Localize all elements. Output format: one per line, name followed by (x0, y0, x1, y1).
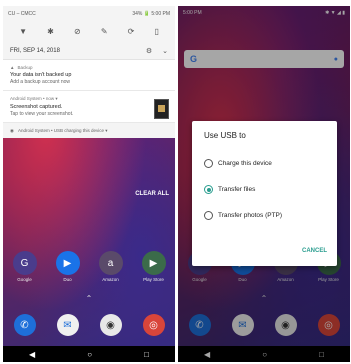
notification-header: ▲ Backup (10, 65, 168, 70)
app-label: Amazon (102, 277, 119, 282)
clear-all-button[interactable]: CLEAR ALL (135, 191, 169, 197)
home-apps-row: G Google ▶ Duo a Amazon ▶ Play Store (3, 251, 175, 282)
date-text: FRI, SEP 14, 2018 (10, 48, 60, 54)
app-drawer-chevron-icon[interactable]: ⌃ (3, 294, 175, 303)
option-transfer-photos[interactable]: Transfer photos (PTP) (204, 211, 282, 220)
chrome-icon: ◎ (142, 314, 165, 336)
dnd-icon[interactable]: ⊘ (74, 28, 81, 36)
notification-title: Screenshot captured. (10, 104, 63, 110)
notification-body: Add a backup account now (10, 79, 71, 85)
flashlight-icon[interactable]: ✎ (101, 28, 108, 36)
usb-mode-dialog: Use USB to Charge this device Transfer f… (192, 121, 337, 266)
notification-app: Android System • now ▾ (10, 96, 58, 101)
app-duo[interactable]: ▶ Duo (52, 251, 84, 282)
notification-app: Backup (17, 65, 33, 70)
dock-chrome[interactable]: ◎ (138, 314, 170, 336)
app-amazon[interactable]: a Amazon (95, 251, 127, 282)
app-label: Google (17, 277, 32, 282)
date-row: FRI, SEP 14, 2018 ⚙ ⌄ (3, 43, 175, 60)
battery-saver-icon[interactable]: ▯ (155, 28, 159, 36)
dialog-title: Use USB to (204, 131, 246, 140)
app-label: Duo (63, 277, 72, 282)
wifi-icon[interactable]: ▼ (19, 28, 27, 36)
notification-backup[interactable]: ▲ Backup Your data isn't backed up Add a… (3, 60, 175, 91)
app-label: Play Store (143, 277, 164, 282)
cancel-button[interactable]: CANCEL (302, 248, 327, 254)
home-icon[interactable]: ○ (87, 350, 92, 359)
usb-icon: ◉ (10, 127, 14, 133)
notification-screenshot[interactable]: Android System • now ▾ Screenshot captur… (3, 91, 175, 123)
notification-header: Android System • now ▾ (10, 96, 168, 102)
option-charge[interactable]: Charge this device (204, 159, 272, 168)
carrier-text: CU – CMCC (8, 10, 36, 17)
phone-notification-shade: CU – CMCC 34% 🔋 5:00 PM ▼ ✱ ⊘ ✎ ⟳ ▯ FRI,… (3, 6, 175, 362)
back-icon[interactable]: ◀ (29, 350, 35, 359)
camera-icon: ◉ (99, 314, 122, 336)
radio-button[interactable] (204, 159, 213, 168)
warning-icon: ▲ (10, 65, 15, 70)
radio-button[interactable] (204, 211, 213, 220)
option-label: Charge this device (218, 160, 272, 167)
phone-icon: ✆ (13, 314, 36, 336)
duo-app-icon: ▶ (55, 251, 80, 275)
status-bar: CU – CMCC 34% 🔋 5:00 PM (3, 6, 175, 21)
messages-icon: ✉ (56, 314, 79, 336)
navigation-bar: ◀ ○ □ (3, 346, 175, 362)
app-google[interactable]: G Google (9, 251, 41, 282)
option-transfer-files[interactable]: Transfer files (204, 185, 255, 194)
phone-usb-dialog: 5:00 PM ✱ ▼ ◢ ▮ G ● GGoogle ▶Duo aAmazon… (178, 6, 350, 362)
option-label: Transfer photos (PTP) (218, 212, 283, 219)
option-label: Transfer files (218, 186, 256, 193)
screenshot-thumbnail[interactable] (154, 99, 169, 119)
settings-gear-icon[interactable]: ⚙ (146, 47, 152, 55)
recents-icon[interactable]: □ (144, 350, 149, 359)
google-app-icon: G (12, 251, 37, 275)
usb-text: Android System • USB charging this devic… (17, 127, 108, 133)
quick-settings: ▼ ✱ ⊘ ✎ ⟳ ▯ (3, 21, 175, 43)
radio-button-selected[interactable] (204, 185, 213, 194)
bluetooth-icon[interactable]: ✱ (47, 28, 54, 36)
amazon-app-icon: a (98, 251, 123, 275)
rotate-icon[interactable]: ⟳ (128, 28, 135, 36)
app-play-store[interactable]: ▶ Play Store (138, 251, 170, 282)
notification-usb[interactable]: ◉ Android System • USB charging this dev… (3, 123, 175, 138)
dock-phone[interactable]: ✆ (9, 314, 41, 336)
dock-camera[interactable]: ◉ (95, 314, 127, 336)
dock-messages[interactable]: ✉ (52, 314, 84, 336)
notification-title: Your data isn't backed up (10, 72, 72, 78)
notification-shade: CU – CMCC 34% 🔋 5:00 PM ▼ ✱ ⊘ ✎ ⟳ ▯ FRI,… (3, 6, 175, 138)
expand-chevron-icon[interactable]: ⌄ (162, 47, 168, 55)
notification-body: Tap to view your screenshot. (10, 111, 74, 117)
play-store-icon: ▶ (141, 251, 166, 275)
dock: ✆ ✉ ◉ ◎ (3, 314, 175, 336)
battery-time-text: 34% 🔋 5:00 PM (132, 10, 170, 17)
